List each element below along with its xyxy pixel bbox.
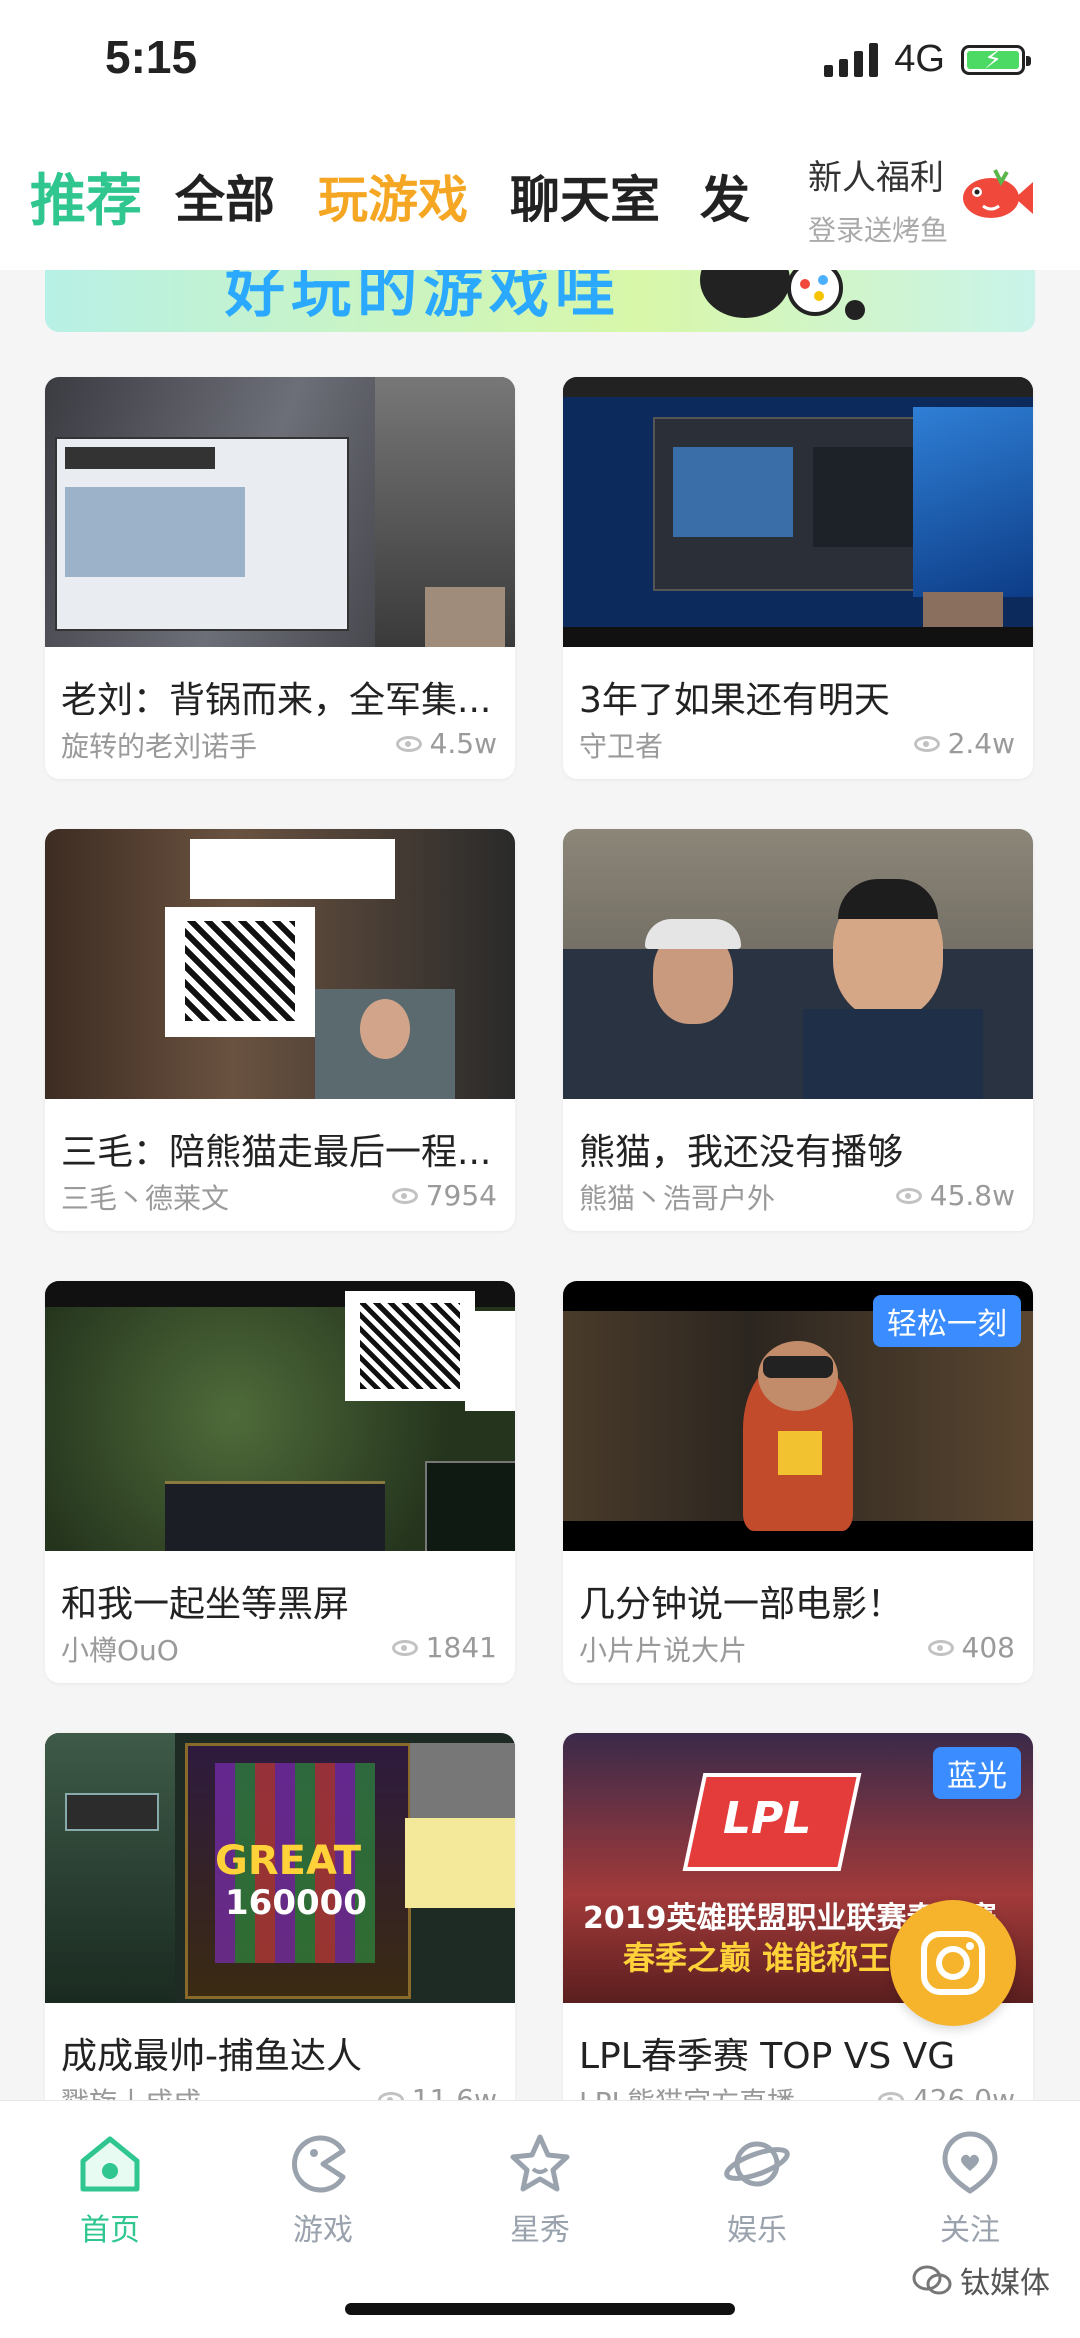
tab-chatroom[interactable]: 聊天室: [510, 160, 660, 232]
watermark: 钛媒体: [912, 2258, 1050, 2302]
status-indicators: 4G ⚡: [824, 38, 1031, 81]
card-title: 和我一起坐等黑屏: [61, 1584, 350, 1625]
nav-follow[interactable]: 关注: [900, 2131, 1040, 2249]
lpl-logo-text: LPL: [723, 1793, 812, 1844]
eye-icon: [895, 1187, 922, 1204]
stream-card[interactable]: 三毛：陪熊猫走最后一程... 三毛丶德莱文 7954: [45, 829, 515, 1231]
game-score-text: 160000: [225, 1883, 367, 1923]
view-count-value: 2.4w: [947, 727, 1015, 760]
card-author: 守卫者: [579, 730, 664, 763]
card-author: 三毛丶德莱文: [61, 1182, 230, 1215]
card-title: 几分钟说一部电影！: [579, 1584, 904, 1625]
quality-tag: 蓝光: [933, 1747, 1021, 1799]
nav-games[interactable]: 游戏: [253, 2131, 393, 2249]
home-icon: [80, 2136, 140, 2192]
view-count-value: 4.5w: [429, 727, 497, 760]
gamepad-icon: [700, 270, 865, 320]
stream-thumbnail: [45, 1281, 515, 1551]
status-bar: 5:15 4G ⚡: [0, 0, 1080, 120]
view-count: 1841: [391, 1631, 497, 1664]
heart-icon: [942, 2131, 998, 2194]
category-tabs: 推荐 全部 玩游戏 聊天室 发 新人福利 登录送烤鱼: [0, 120, 1080, 270]
tab-play-games[interactable]: 玩游戏: [318, 160, 468, 232]
card-title: 熊猫，我还没有播够: [579, 1132, 904, 1173]
card-author: 旋转的老刘诺手: [61, 730, 258, 763]
card-title: 老刘：背锅而来，全军集...: [61, 680, 492, 721]
view-count-value: 45.8w: [929, 1179, 1015, 1212]
view-count-value: 408: [961, 1631, 1015, 1664]
signal-icon: [824, 42, 879, 77]
nav-label: 星秀: [510, 2213, 570, 2248]
promo-subtitle: 登录送烤鱼: [808, 214, 949, 247]
stream-card[interactable]: GREAT 160000 成成最帅-捕鱼达人 戳旋丨成成 11.6w: [45, 1733, 515, 2135]
stream-card[interactable]: 3年了如果还有明天 守卫者 2.4w: [563, 377, 1033, 779]
card-title: 3年了如果还有明天: [579, 680, 890, 721]
tab-all[interactable]: 全部: [175, 160, 275, 232]
nav-label: 娱乐: [727, 2213, 787, 2248]
newbie-promo[interactable]: 新人福利 登录送烤鱼: [808, 150, 948, 249]
view-count-value: 1841: [425, 1631, 497, 1664]
card-author: 小片片说大片: [579, 1634, 748, 1667]
eye-icon: [913, 735, 940, 752]
planet-icon: [724, 2141, 790, 2187]
stream-thumbnail: GREAT 160000: [45, 1733, 515, 2003]
nav-label: 游戏: [293, 2213, 353, 2248]
camera-fab[interactable]: [890, 1900, 1016, 2026]
watermark-text: 钛媒体: [960, 2266, 1050, 2301]
nav-star-show[interactable]: 星秀: [470, 2131, 610, 2249]
stream-thumbnail: [45, 829, 515, 1099]
view-count: 4.5w: [395, 727, 497, 760]
view-count: 45.8w: [895, 1179, 1015, 1212]
game-banner-text: GREAT: [215, 1838, 362, 1884]
fish-icon[interactable]: [955, 160, 1035, 230]
star-icon: [510, 2134, 570, 2192]
network-type: 4G: [894, 38, 945, 80]
promo-title: 新人福利: [808, 158, 944, 198]
nav-home[interactable]: 首页: [40, 2131, 180, 2249]
tab-more[interactable]: 发: [700, 160, 750, 232]
view-count: 2.4w: [913, 727, 1015, 760]
stream-card[interactable]: 熊猫，我还没有播够 熊猫丶浩哥户外 45.8w: [563, 829, 1033, 1231]
status-time: 5:15: [105, 31, 198, 83]
card-author: 熊猫丶浩哥户外: [579, 1182, 776, 1215]
tab-recommend[interactable]: 推荐: [30, 156, 142, 237]
nav-label: 关注: [940, 2213, 1000, 2248]
category-tag: 轻松一刻: [873, 1295, 1021, 1347]
home-indicator: [345, 2303, 735, 2315]
eye-icon: [395, 735, 422, 752]
game-icon: [292, 2135, 346, 2193]
card-title: 成成最帅-捕鱼达人: [61, 2036, 362, 2077]
promo-banner[interactable]: 好玩的游戏哇: [45, 270, 1035, 332]
stream-thumbnail: [45, 377, 515, 647]
banner-text: 好玩的游戏哇: [225, 270, 621, 326]
lpl-line2: 春季之巅 谁能称王: [623, 1939, 891, 1977]
eye-icon: [391, 1187, 418, 1204]
view-count: 408: [927, 1631, 1015, 1664]
stream-card[interactable]: 轻松一刻 几分钟说一部电影！ 小片片说大片 408: [563, 1281, 1033, 1683]
wechat-icon: [912, 2265, 952, 2295]
stream-thumbnail: [563, 829, 1033, 1099]
nav-entertainment[interactable]: 娱乐: [687, 2131, 827, 2249]
camera-icon: [921, 1931, 985, 1995]
view-count-value: 7954: [425, 1179, 497, 1212]
battery-icon: ⚡: [961, 44, 1031, 75]
stream-card[interactable]: 和我一起坐等黑屏 小樽OuO 1841: [45, 1281, 515, 1683]
eye-icon: [927, 1639, 954, 1656]
nav-label: 首页: [80, 2213, 140, 2248]
card-author: 小樽OuO: [61, 1634, 179, 1667]
stream-card[interactable]: 老刘：背锅而来，全军集... 旋转的老刘诺手 4.5w: [45, 377, 515, 779]
view-count: 7954: [391, 1179, 497, 1212]
eye-icon: [391, 1639, 418, 1656]
card-title: LPL春季赛 TOP VS VG: [579, 2036, 956, 2077]
card-title: 三毛：陪熊猫走最后一程...: [61, 1132, 492, 1173]
stream-thumbnail: [563, 377, 1033, 647]
